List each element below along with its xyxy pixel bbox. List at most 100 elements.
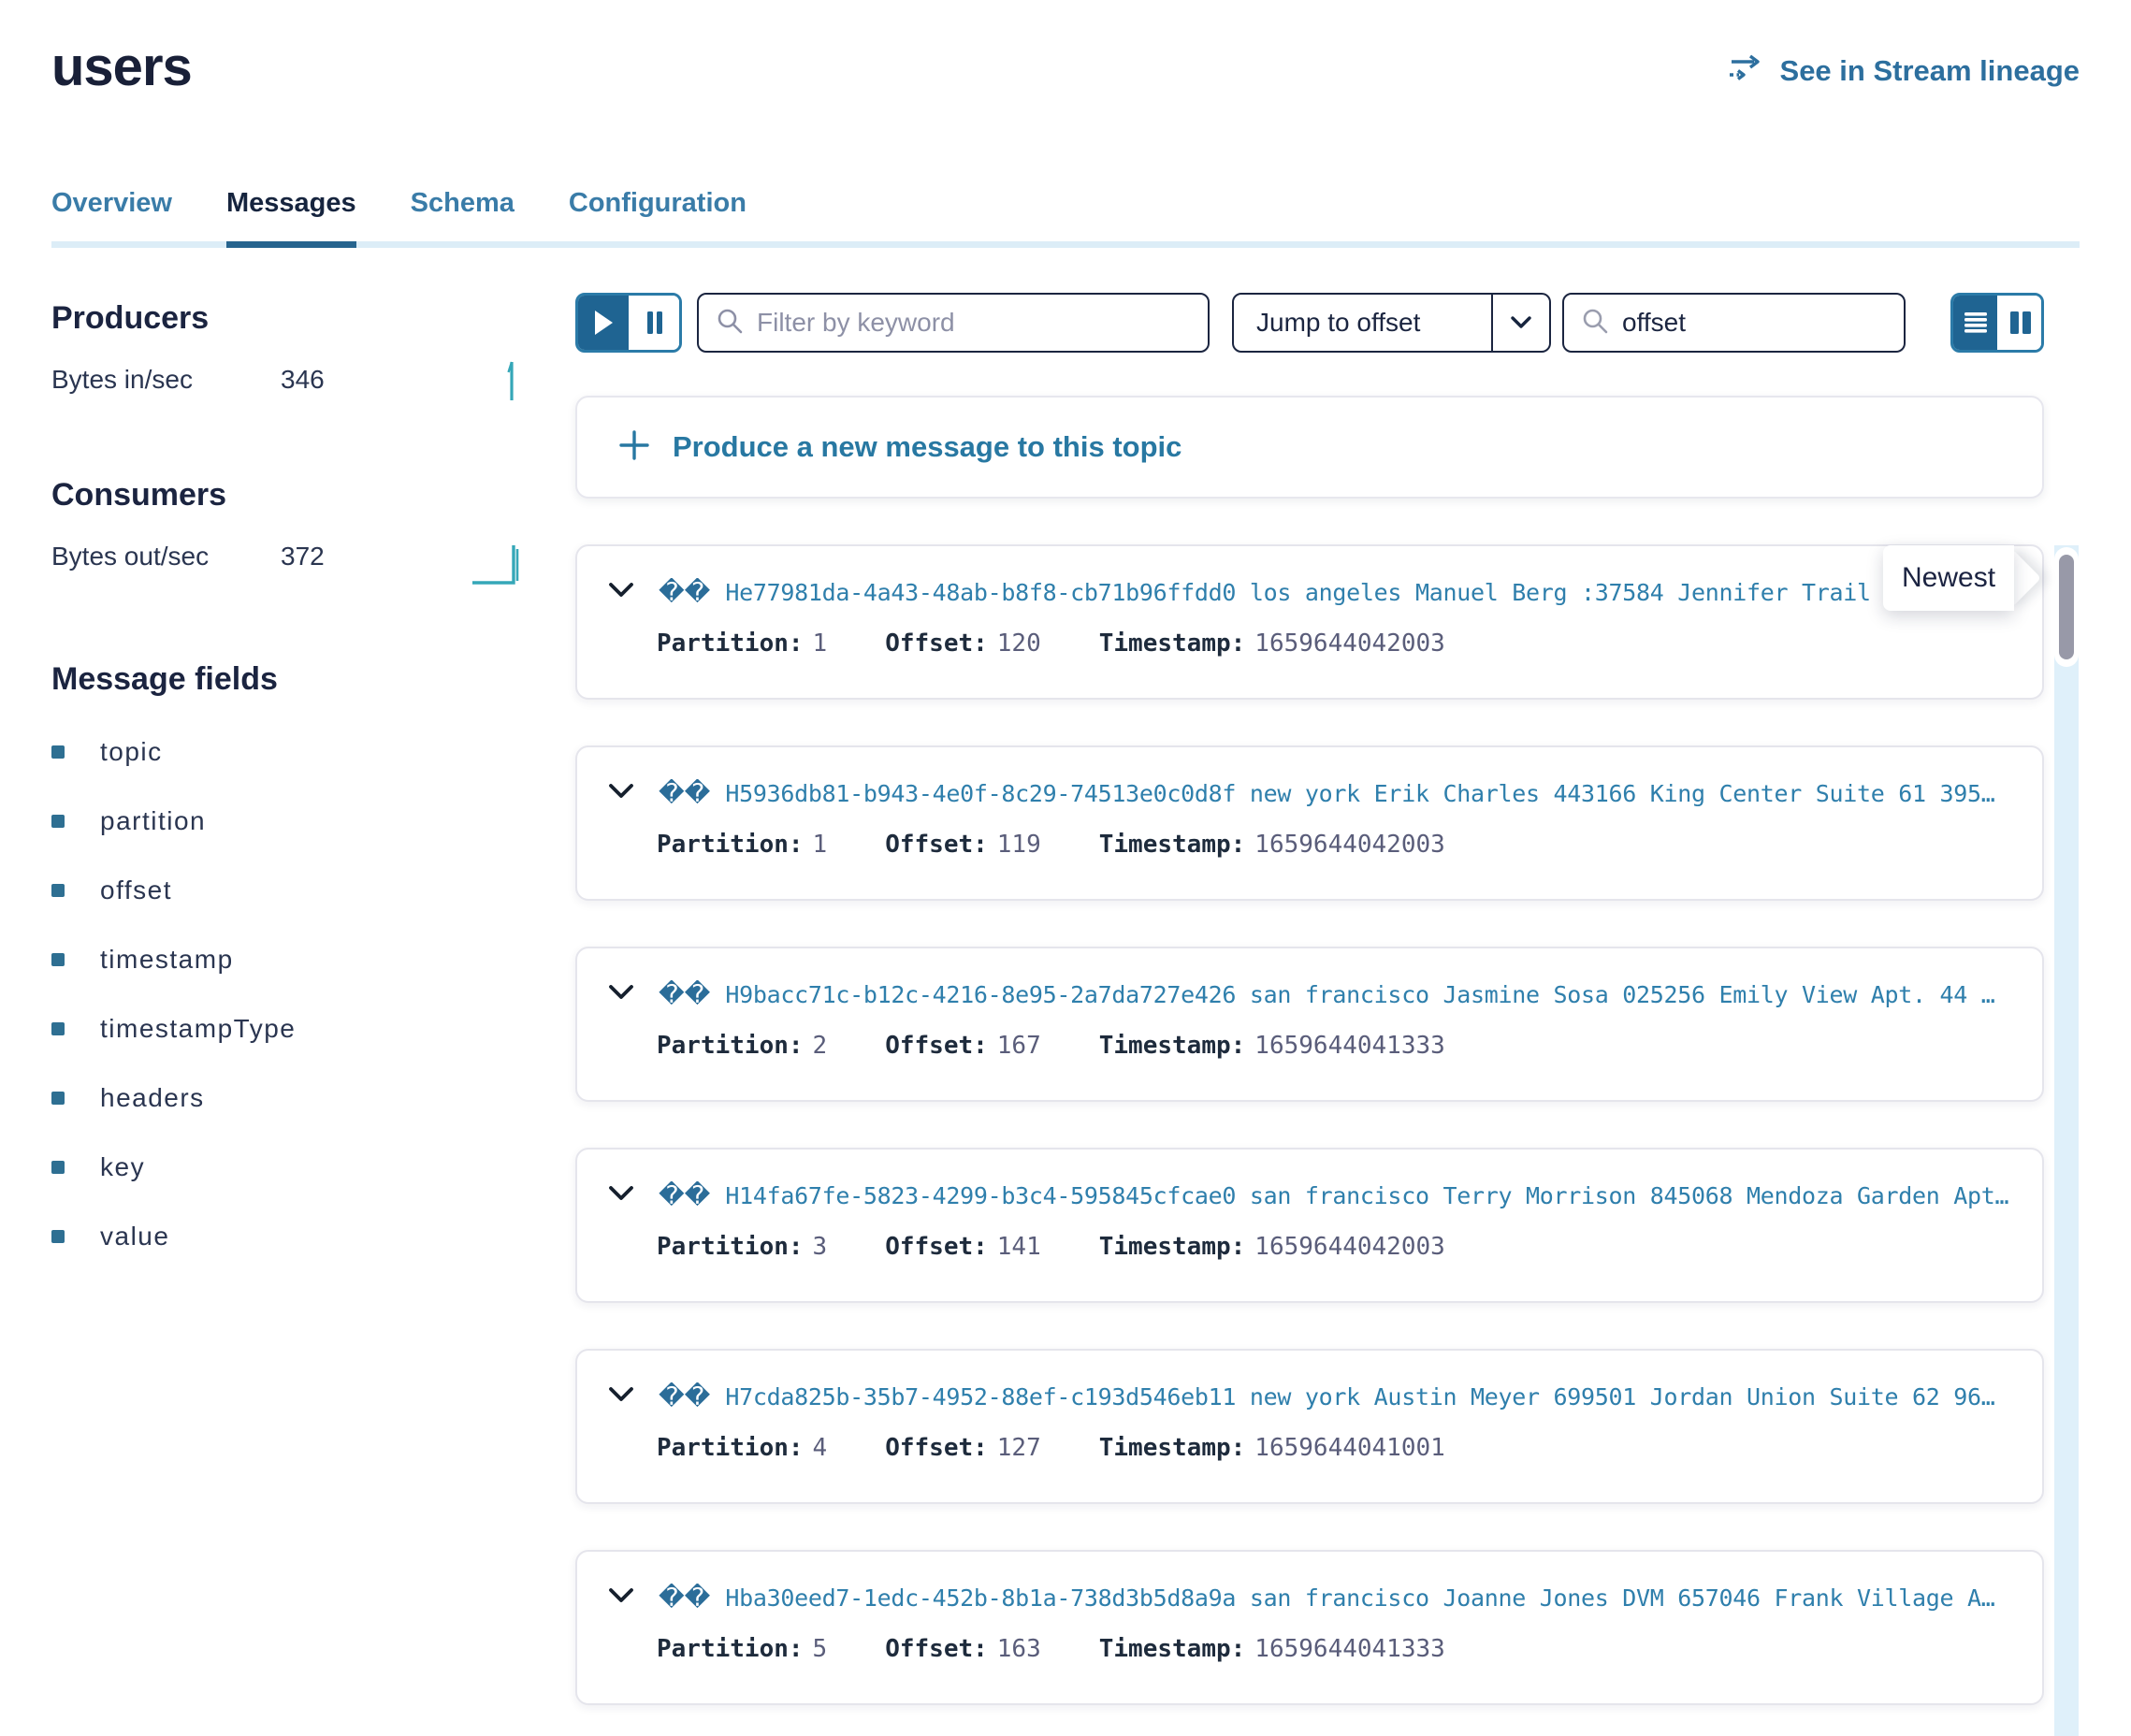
producers-metric-row: Bytes in/sec 346 <box>51 365 575 410</box>
message-fields-list: topic partition offset timestamp timesta… <box>51 737 575 1251</box>
expand-chevron-icon[interactable] <box>608 582 634 603</box>
unknown-char-icon: �� <box>659 1584 710 1613</box>
timestamp-value: 1659644042003 <box>1254 831 1445 859</box>
bytes-in-sparkline <box>502 357 521 411</box>
plus-icon <box>618 429 650 466</box>
field-label: value <box>100 1222 169 1251</box>
timestamp-value: 1659644042003 <box>1254 1233 1445 1261</box>
page-title: users <box>51 36 192 98</box>
message-key: H14fa67fe-5823-4299-b3c4-595845cfcae0 sa… <box>725 1182 2008 1209</box>
partition-value: 4 <box>813 1434 828 1462</box>
stream-lineage-link[interactable]: See in Stream lineage <box>1728 52 2080 90</box>
bullet-icon <box>51 884 65 897</box>
tab-overview[interactable]: Overview <box>51 188 172 248</box>
column-view-button[interactable] <box>1997 296 2041 350</box>
field-label: key <box>100 1152 145 1182</box>
bytes-out-sparkline <box>471 538 530 593</box>
expand-chevron-icon[interactable] <box>608 783 634 804</box>
bullet-icon <box>51 1230 65 1243</box>
expand-chevron-icon[interactable] <box>608 984 634 1005</box>
expand-chevron-icon[interactable] <box>608 1185 634 1207</box>
live-consume-toggle <box>575 293 682 353</box>
field-item-topic[interactable]: topic <box>51 737 575 767</box>
consumers-heading: Consumers <box>51 477 575 514</box>
field-label: timestampType <box>100 1014 296 1044</box>
list-view-button[interactable] <box>1953 296 1997 350</box>
producers-heading: Producers <box>51 300 575 337</box>
tab-schema[interactable]: Schema <box>411 188 515 248</box>
offset-label: Offset: <box>885 1434 988 1462</box>
message-row[interactable]: �� H14fa67fe-5823-4299-b3c4-595845cfcae0… <box>575 1148 2044 1303</box>
offset-value: 127 <box>997 1434 1041 1462</box>
lineage-arrows-icon <box>1728 52 1767 90</box>
partition-label: Partition: <box>657 629 804 658</box>
play-icon <box>593 310 614 336</box>
select-chevron-cell[interactable] <box>1491 295 1549 351</box>
field-item-timestamp[interactable]: timestamp <box>51 945 575 975</box>
unknown-char-icon: �� <box>659 1181 710 1210</box>
field-item-headers[interactable]: headers <box>51 1083 575 1113</box>
bytes-in-value: 346 <box>281 365 325 410</box>
partition-label: Partition: <box>657 831 804 859</box>
scrollbar-track[interactable] <box>2054 545 2079 1736</box>
partition-label: Partition: <box>657 1233 804 1261</box>
offset-search-field <box>1562 293 1906 353</box>
field-label: topic <box>100 737 163 767</box>
pause-button[interactable] <box>629 296 679 350</box>
keyword-filter-input[interactable] <box>757 308 1191 338</box>
expand-chevron-icon[interactable] <box>608 1386 634 1408</box>
expand-chevron-icon[interactable] <box>608 1587 634 1609</box>
partition-label: Partition: <box>657 1635 804 1663</box>
bullet-icon <box>51 1161 65 1174</box>
tab-messages[interactable]: Messages <box>226 188 356 248</box>
timestamp-value: 1659644041333 <box>1254 1032 1445 1060</box>
offset-value: 119 <box>997 831 1041 859</box>
field-item-partition[interactable]: partition <box>51 806 575 836</box>
timestamp-label: Timestamp: <box>1099 629 1246 658</box>
message-row[interactable]: �� H5936db81-b943-4e0f-8c29-74513e0c0d8f… <box>575 745 2044 901</box>
bullet-icon <box>51 1092 65 1105</box>
field-item-key[interactable]: key <box>51 1152 575 1182</box>
message-row[interactable]: �� He77981da-4a43-48ab-b8f8-cb71b96ffdd0… <box>575 544 2044 700</box>
timestamp-label: Timestamp: <box>1099 1635 1246 1663</box>
message-key: H9bacc71c-b12c-4216-8e95-2a7da727e426 sa… <box>725 981 1994 1008</box>
newest-tooltip-label: Newest <box>1883 545 2014 611</box>
timestamp-value: 1659644042003 <box>1254 629 1445 658</box>
lineage-link-label: See in Stream lineage <box>1780 54 2080 88</box>
field-item-offset[interactable]: offset <box>51 875 575 905</box>
message-row[interactable]: �� H9bacc71c-b12c-4216-8e95-2a7da727e426… <box>575 947 2044 1102</box>
timestamp-label: Timestamp: <box>1099 1032 1246 1060</box>
message-fields-heading: Message fields <box>51 661 575 698</box>
message-key: H7cda825b-35b7-4952-88ef-c193d546eb11 ne… <box>725 1383 1994 1410</box>
field-item-timestampType[interactable]: timestampType <box>51 1014 575 1044</box>
jump-to-offset-select[interactable]: Jump to offset <box>1232 293 1551 353</box>
bullet-icon <box>51 745 65 759</box>
tab-configuration[interactable]: Configuration <box>569 188 747 248</box>
unknown-char-icon: �� <box>659 578 710 607</box>
offset-label: Offset: <box>885 1635 988 1663</box>
bullet-icon <box>51 1022 65 1035</box>
page-header: users See in Stream lineage <box>51 0 2131 98</box>
offset-value: 141 <box>997 1233 1041 1261</box>
message-row[interactable]: �� Hba30eed7-1edc-452b-8b1a-738d3b5d8a9a… <box>575 1550 2044 1705</box>
scrollbar-thumb[interactable] <box>2059 555 2074 659</box>
offset-label: Offset: <box>885 629 988 658</box>
topic-tabs: Overview Messages Schema Configuration <box>51 188 2080 248</box>
produce-button-label: Produce a new message to this topic <box>673 430 1181 464</box>
message-row[interactable]: �� H7cda825b-35b7-4952-88ef-c193d546eb11… <box>575 1349 2044 1504</box>
keyword-filter-field <box>697 293 1210 353</box>
timestamp-value: 1659644041333 <box>1254 1635 1445 1663</box>
produce-message-button[interactable]: Produce a new message to this topic <box>575 396 2044 499</box>
topic-page: users See in Stream lineage Overview Mes… <box>0 0 2131 1736</box>
offset-search-input[interactable] <box>1622 308 1887 338</box>
field-label: headers <box>100 1083 205 1113</box>
timestamp-label: Timestamp: <box>1099 1434 1246 1462</box>
consumers-metric-row: Bytes out/sec 372 <box>51 542 575 586</box>
partition-value: 5 <box>813 1635 828 1663</box>
partition-value: 1 <box>813 831 828 859</box>
field-item-value[interactable]: value <box>51 1222 575 1251</box>
timestamp-label: Timestamp: <box>1099 1233 1246 1261</box>
search-icon <box>1581 307 1609 340</box>
play-button[interactable] <box>578 296 629 350</box>
partition-label: Partition: <box>657 1434 804 1462</box>
